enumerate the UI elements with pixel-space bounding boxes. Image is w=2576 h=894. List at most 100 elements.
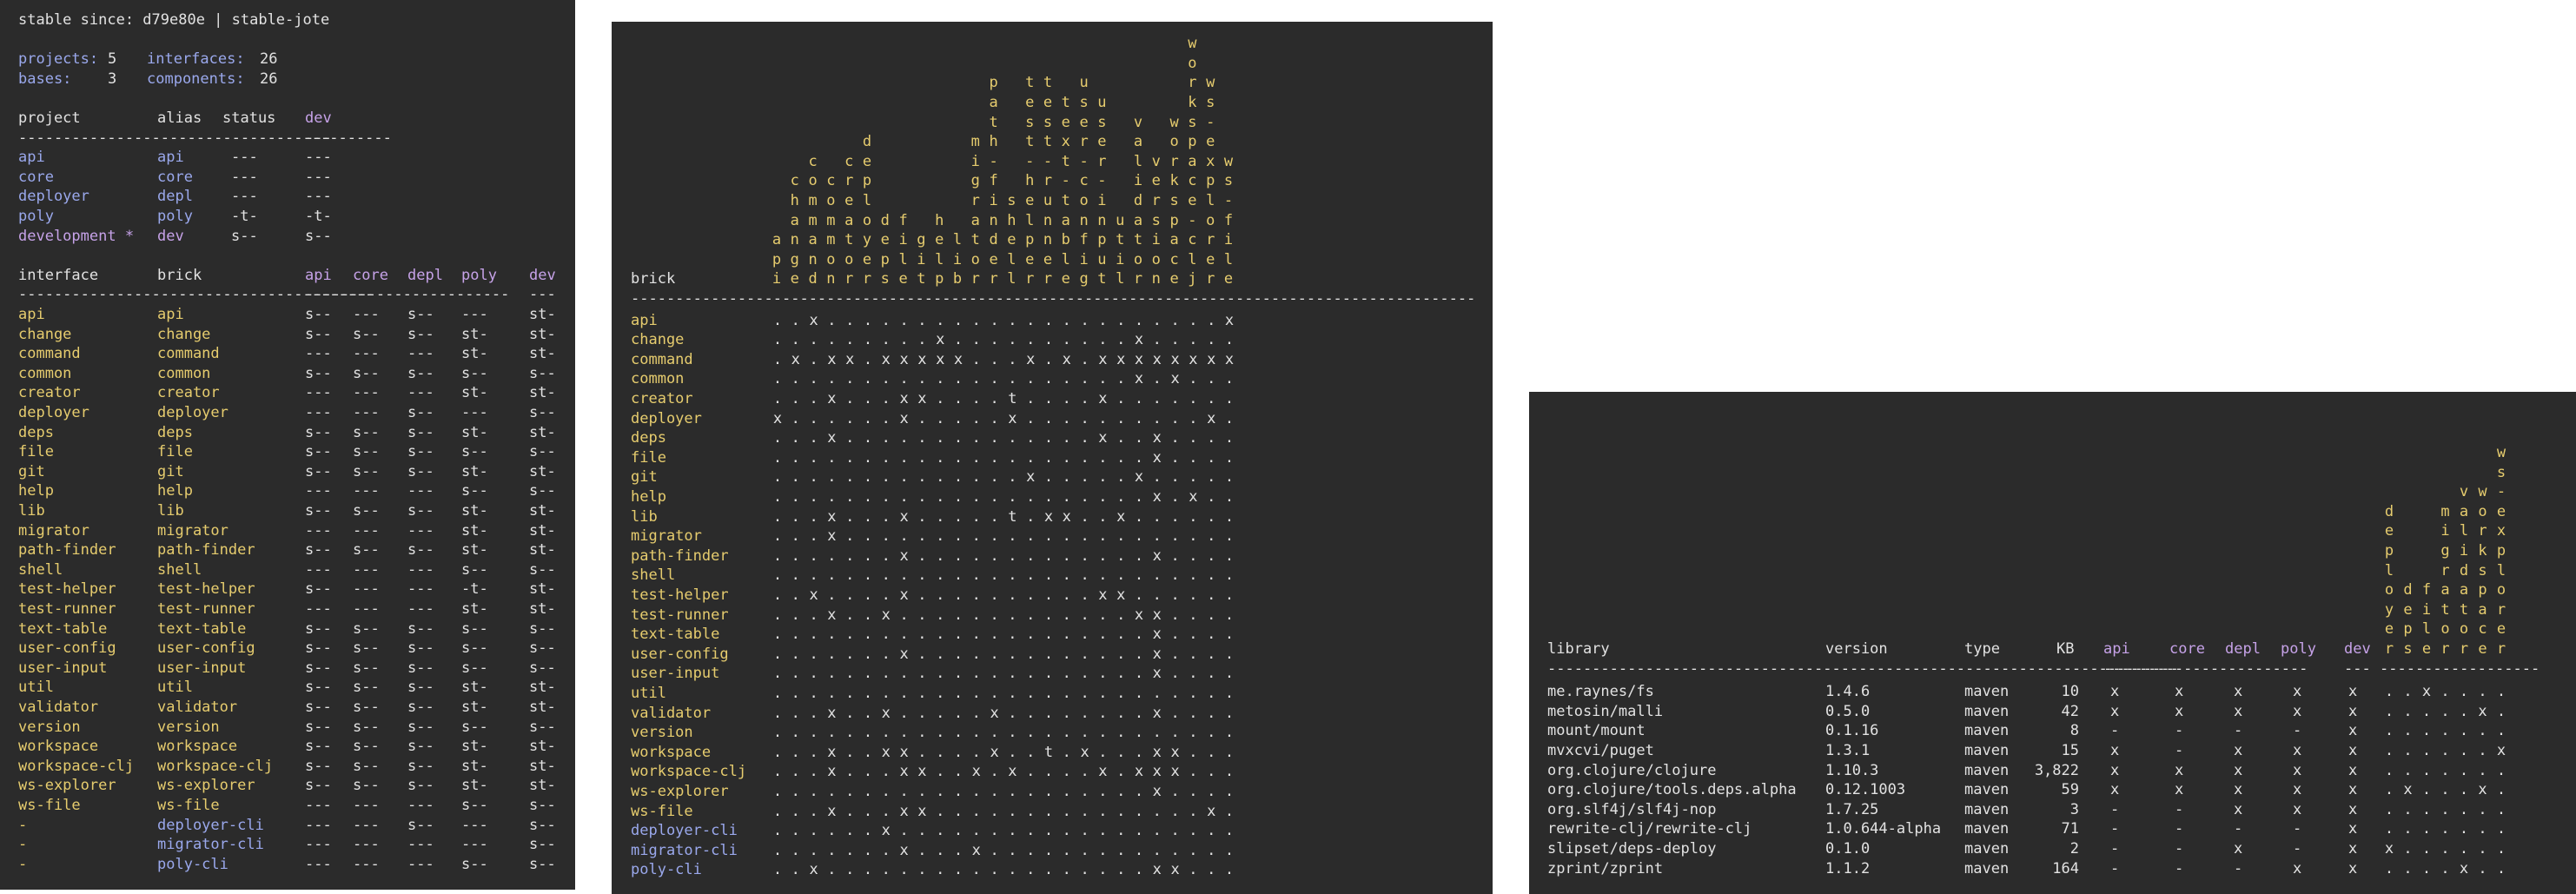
brick-status: --- xyxy=(353,836,380,854)
matrix-cell: . xyxy=(1116,429,1126,447)
brick-status: s-- xyxy=(529,836,556,854)
matrix-cell: . xyxy=(1080,626,1089,644)
matrix-rule: ----------------------------------------… xyxy=(631,290,1476,308)
projects-header-dev: dev xyxy=(305,109,332,127)
matrix-cell: . xyxy=(845,409,855,427)
matrix-cell: . xyxy=(845,586,855,604)
matrix-cell: . xyxy=(971,626,981,644)
matrix-cell: . xyxy=(1080,586,1089,604)
matrix-cell: . xyxy=(1043,429,1054,447)
header-char: a xyxy=(1188,152,1197,170)
matrix-cell: . xyxy=(953,370,964,388)
library-usage-column-header: file xyxy=(2418,580,2435,659)
header-char: s xyxy=(880,270,890,288)
matrix-cell: . xyxy=(845,546,855,565)
header-char: r xyxy=(1206,231,1215,249)
matrix-cell: . xyxy=(936,763,945,781)
header-char: h xyxy=(989,133,998,151)
matrix-cell: . xyxy=(881,724,891,742)
matrix-cell: x xyxy=(1152,743,1162,761)
matrix-cell: . xyxy=(1008,448,1017,467)
library-project-usage: x xyxy=(2293,683,2302,701)
matrix-cell: . xyxy=(863,566,873,585)
matrix-cell: . xyxy=(1098,783,1108,800)
brick-name: workspace-clj xyxy=(157,757,274,775)
matrix-column-header: git xyxy=(912,230,930,289)
matrix-cell: . xyxy=(1008,861,1017,879)
matrix-cell: . xyxy=(971,370,981,388)
matrix-cell: . xyxy=(809,665,818,683)
header-char: a xyxy=(808,231,818,249)
matrix-cell: . xyxy=(1026,409,1036,427)
matrix-column-header: file xyxy=(895,211,912,289)
matrix-cell: . xyxy=(936,527,945,546)
matrix-cell: . xyxy=(1062,724,1071,742)
brick-status: s-- xyxy=(353,679,380,697)
brick-status: st- xyxy=(461,541,488,560)
matrix-cell: . xyxy=(936,409,945,427)
library-brick-usage: . xyxy=(2459,702,2469,720)
matrix-cell: . xyxy=(1170,311,1180,329)
matrix-cell: . xyxy=(1026,665,1036,683)
matrix-cell: . xyxy=(1189,743,1198,761)
matrix-cell: . xyxy=(772,743,783,761)
matrix-cell: . xyxy=(863,704,873,722)
header-char: r xyxy=(2440,640,2450,659)
matrix-cell: . xyxy=(827,488,837,506)
bricks-header-col: depl xyxy=(407,266,443,284)
matrix-cell: . xyxy=(1224,626,1235,644)
matrix-cell: . xyxy=(1189,704,1198,722)
matrix-cell: . xyxy=(899,606,909,624)
matrix-cell: . xyxy=(1098,331,1108,349)
header-char: r xyxy=(1188,74,1197,92)
header-char: p xyxy=(935,270,944,288)
library-brick-usage: . xyxy=(2384,742,2394,759)
library-brick-usage: . xyxy=(2496,683,2506,701)
matrix-cell: . xyxy=(809,566,818,585)
matrix-cell: . xyxy=(953,841,964,859)
matrix-cell: . xyxy=(791,665,800,683)
matrix-cell: . xyxy=(1224,763,1235,781)
header-char: r xyxy=(2496,600,2506,619)
matrix-cell: . xyxy=(1134,861,1144,879)
matrix-cell: x xyxy=(917,350,927,368)
matrix-cell: . xyxy=(971,546,981,565)
matrix-cell: . xyxy=(1116,822,1126,840)
matrix-cell: . xyxy=(1080,645,1089,663)
matrix-cell: . xyxy=(1026,841,1036,859)
brick-status: s-- xyxy=(407,757,434,775)
matrix-cell: . xyxy=(990,448,999,467)
matrix-cell: . xyxy=(953,429,964,447)
matrix-cell: . xyxy=(791,685,800,702)
library-project-usage: x xyxy=(2348,820,2358,838)
matrix-cell: . xyxy=(772,822,783,840)
matrix-cell: . xyxy=(1224,685,1235,702)
brick-status: s-- xyxy=(461,560,488,579)
matrix-cell: . xyxy=(990,822,999,840)
brick-status: --- xyxy=(305,797,332,814)
brick-status: st- xyxy=(461,345,488,363)
matrix-cell: . xyxy=(863,586,873,604)
library-version: 1.1.2 xyxy=(1825,859,1871,877)
matrix-cell: . xyxy=(971,429,981,447)
library-version: 1.0.644-alpha xyxy=(1825,820,1942,838)
bricks-header-interface: interface xyxy=(18,266,99,284)
library-brick-usage: . xyxy=(2459,840,2469,858)
brick-status: st- xyxy=(461,679,488,697)
matrix-cell: . xyxy=(971,802,981,820)
header-char: o xyxy=(1133,250,1143,268)
matrix-cell: . xyxy=(772,645,783,663)
library-project-header: poly xyxy=(2281,640,2316,658)
matrix-cell: . xyxy=(1224,429,1235,447)
matrix-cell: . xyxy=(1170,390,1180,407)
library-brick-usage: . xyxy=(2421,859,2432,877)
matrix-cell: . xyxy=(1170,802,1180,820)
brick-name: migrator-cli xyxy=(157,836,264,854)
header-char: m xyxy=(826,211,836,229)
library-type: maven xyxy=(1964,781,2010,799)
header-char: - xyxy=(1025,152,1035,170)
matrix-cell: . xyxy=(1080,841,1089,859)
matrix-cell: . xyxy=(1098,468,1108,487)
matrix-cell: x xyxy=(809,861,818,879)
bricks-header-col: poly xyxy=(461,266,497,284)
